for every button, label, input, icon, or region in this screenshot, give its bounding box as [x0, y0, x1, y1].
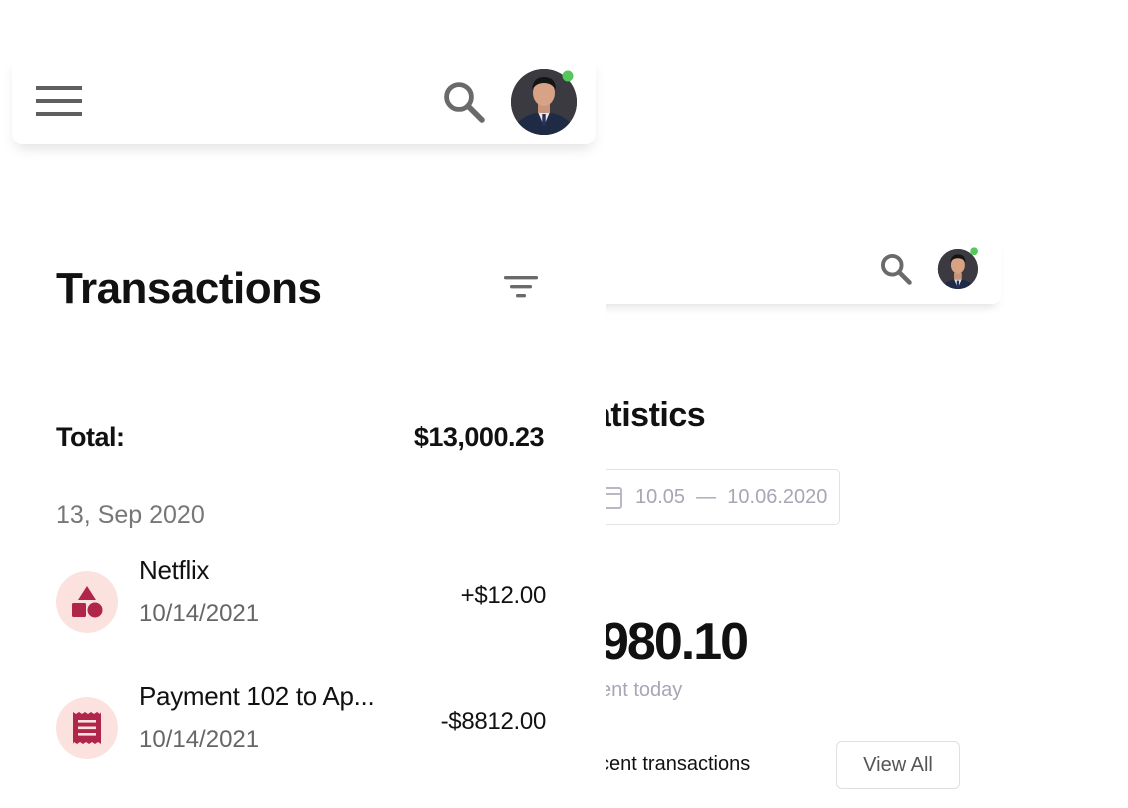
- recent-transactions-title: cent transactions: [606, 753, 751, 775]
- filter-icon[interactable]: [502, 272, 540, 302]
- transaction-amount: -$8812.00: [440, 708, 547, 735]
- calendar-icon: [606, 487, 622, 509]
- app-header: [12, 56, 596, 144]
- transaction-amount: +$12.00: [460, 582, 547, 609]
- transaction-row[interactable]: Payment 102 to Ap... 10/14/2021 -$8812.0…: [56, 681, 547, 761]
- date-group-header: 13, Sep 2020: [56, 501, 205, 529]
- avatar[interactable]: [934, 242, 988, 296]
- transaction-name: Payment 102 to Ap...: [139, 681, 375, 711]
- hamburger-menu-icon[interactable]: [36, 84, 82, 118]
- statistics-screen: atistics 10.05 — 10.06.2020 980.10 ent t…: [606, 0, 1128, 808]
- search-icon[interactable]: [878, 251, 914, 287]
- date-range-picker[interactable]: 10.05 — 10.06.2020: [606, 469, 840, 525]
- shapes-icon: [72, 586, 103, 618]
- page-title: Transactions: [56, 264, 322, 313]
- transaction-date: 10/14/2021: [139, 600, 260, 627]
- online-status-dot: [970, 247, 978, 256]
- date-range-text: 10.05 — 10.06.2020: [635, 486, 828, 508]
- total-label: Total:: [56, 422, 125, 452]
- search-icon[interactable]: [440, 78, 488, 126]
- transaction-date: 10/14/2021: [139, 726, 260, 753]
- transaction-name: Netflix: [139, 555, 210, 585]
- transaction-row[interactable]: Netflix 10/14/2021 +$12.00: [56, 555, 547, 635]
- view-all-button[interactable]: View All: [836, 741, 960, 789]
- spent-amount: 980.10: [606, 613, 749, 671]
- total-value: $13,000.23: [413, 422, 545, 452]
- avatar[interactable]: [510, 66, 580, 136]
- transactions-screen: Transactions Total: $13,000.23 13, Sep 2…: [0, 0, 606, 808]
- online-status-dot: [562, 70, 574, 82]
- spent-caption: ent today: [606, 679, 683, 701]
- receipt-icon: [73, 712, 101, 744]
- statistics-title: atistics: [606, 396, 706, 434]
